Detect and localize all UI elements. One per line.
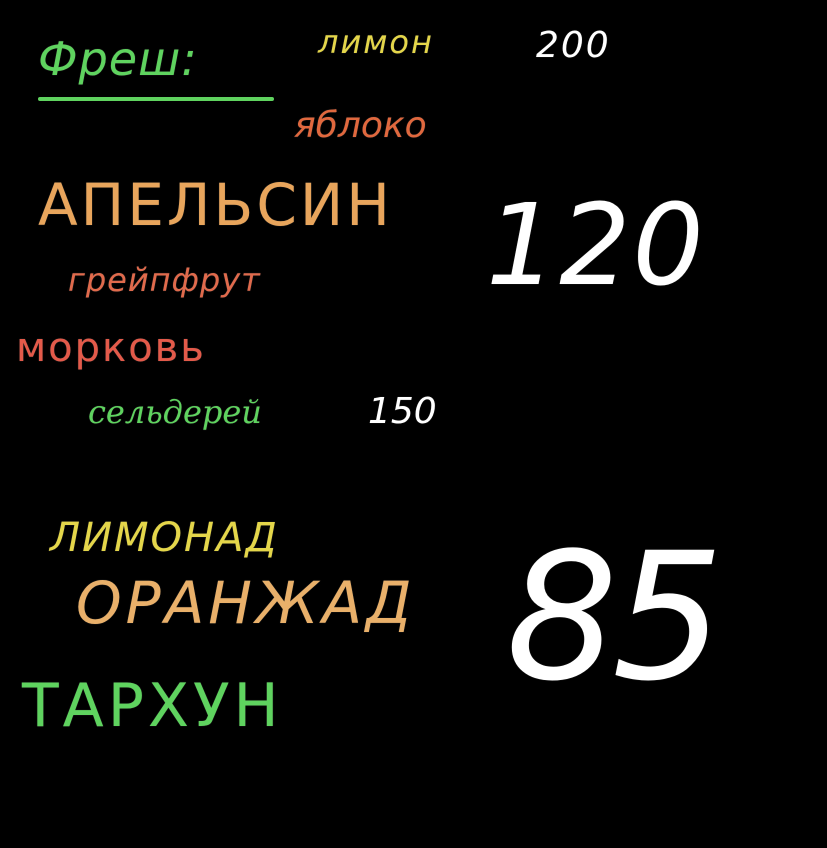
chalkboard-menu: Фреш: лимон 200 яблоко АПЕЛЬСИН грейпфру… xyxy=(0,0,827,848)
menu-item-lemon: лимон xyxy=(318,23,434,61)
price-fresh: 120 xyxy=(486,181,706,311)
menu-item-celery: сельдерей xyxy=(88,393,262,431)
menu-item-lemonade: ЛИМОНАД xyxy=(50,515,279,561)
menu-item-orangeade: ОРАНЖАД xyxy=(76,569,416,637)
title-underline xyxy=(38,97,274,101)
price-celery: 150 xyxy=(368,391,437,432)
menu-item-apple: яблоко xyxy=(294,105,427,146)
menu-item-grapefruit: грейпфрут xyxy=(68,261,261,299)
menu-item-tarragon: ТАРХУН xyxy=(22,671,283,741)
menu-item-carrot: морковь xyxy=(16,325,206,371)
menu-item-orange: АПЕЛЬСИН xyxy=(38,171,393,239)
menu-title-fresh: Фреш: xyxy=(38,32,198,86)
price-lemon: 200 xyxy=(536,25,611,66)
price-lemonade: 85 xyxy=(506,515,724,720)
